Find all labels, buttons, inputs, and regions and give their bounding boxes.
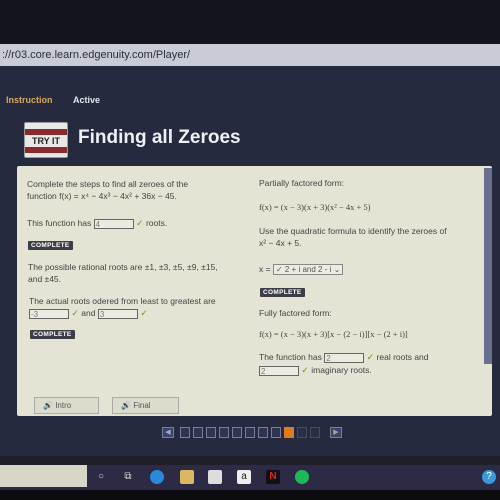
screen-bezel bbox=[0, 490, 500, 500]
roots-count-row: This function has 4 ✓ roots. bbox=[27, 218, 167, 229]
check-icon: ✓ bbox=[366, 352, 375, 362]
real-roots-input[interactable]: 2 bbox=[324, 352, 365, 363]
help-icon[interactable]: ? bbox=[482, 470, 496, 484]
page-title: Finding all Zeroes bbox=[78, 127, 241, 148]
page-indicator[interactable] bbox=[284, 427, 294, 438]
taskbar-search[interactable] bbox=[0, 465, 87, 487]
speaker-icon: 🔊 bbox=[121, 401, 131, 410]
dropdown-value: ✓ 2 + i and 2 - i bbox=[275, 265, 332, 275]
intro-audio-button[interactable]: 🔊 Intro bbox=[34, 397, 99, 414]
page-indicator[interactable] bbox=[193, 427, 203, 438]
intro-line2: function f(x) = x⁴ − 4x³ − 4x² + 36x − 4… bbox=[27, 191, 177, 201]
actual-roots-row: -3 ✓ and 3 ✓ bbox=[29, 308, 148, 319]
x-equals-row: x = ✓ 2 + i and 2 - i ⌄ bbox=[259, 264, 344, 276]
real-suffix: real roots and bbox=[376, 352, 429, 362]
netflix-icon[interactable]: N bbox=[266, 470, 280, 484]
try-it-badge: TRY IT bbox=[24, 122, 68, 158]
imaginary-roots-row: 2 ✓ imaginary roots. bbox=[259, 365, 372, 376]
roots-suffix: roots. bbox=[145, 218, 168, 228]
task-view-icon[interactable]: ⧉ bbox=[121, 470, 135, 484]
roots-prefix: This function has bbox=[27, 218, 92, 228]
address-bar[interactable]: ://r03.core.learn.edgenuity.com/Player/ bbox=[0, 44, 500, 66]
roots-count-input[interactable]: 4 bbox=[93, 218, 134, 229]
zeroes-dropdown[interactable]: ✓ 2 + i and 2 - i ⌄ bbox=[272, 264, 344, 276]
intro-label: Intro bbox=[55, 401, 72, 410]
final-label: Final bbox=[133, 401, 151, 410]
chevron-down-icon: ⌄ bbox=[333, 265, 341, 275]
has-prefix: The function has bbox=[259, 352, 322, 362]
edge-icon[interactable] bbox=[150, 470, 164, 484]
root1-input[interactable]: -3 bbox=[29, 308, 69, 319]
amazon-icon[interactable]: a bbox=[237, 470, 251, 484]
quadratic-line2: x² − 4x + 5. bbox=[259, 238, 302, 248]
real-roots-row: The function has 2 ✓ real roots and bbox=[259, 352, 429, 363]
browser-top bbox=[0, 0, 500, 44]
x-equals-label: x = bbox=[259, 264, 271, 274]
full-label: Fully factored form: bbox=[259, 308, 332, 318]
full-form: f(x) = (x − 3)(x + 3)[x − (2 − i)][x − (… bbox=[259, 329, 408, 339]
page-indicator[interactable] bbox=[310, 427, 320, 438]
page-indicator[interactable] bbox=[232, 427, 242, 438]
check-icon: ✓ bbox=[136, 218, 144, 228]
root2-input[interactable]: 3 bbox=[97, 308, 138, 319]
actual-roots-text: The actual roots odered from least to gr… bbox=[29, 296, 216, 306]
page-indicator[interactable] bbox=[206, 427, 216, 438]
partial-label: Partially factored form: bbox=[259, 178, 345, 188]
final-audio-button[interactable]: 🔊 Final bbox=[112, 397, 179, 414]
page-indicator[interactable] bbox=[245, 427, 255, 438]
check-icon: ✓ bbox=[301, 365, 309, 375]
store-icon[interactable] bbox=[208, 470, 222, 484]
rational-line1: The possible rational roots are ±1, ±3, … bbox=[28, 262, 218, 272]
page-indicator[interactable] bbox=[219, 427, 229, 438]
check-icon: ✓ bbox=[140, 308, 148, 318]
imaginary-roots-input[interactable]: 2 bbox=[259, 365, 299, 376]
page-indicator[interactable] bbox=[271, 427, 281, 438]
complete-badge: COMPLETE bbox=[28, 241, 73, 250]
page-indicator[interactable] bbox=[297, 427, 307, 438]
complete-badge: COMPLETE bbox=[30, 330, 75, 339]
intro-line1: Complete the steps to find all zeroes of… bbox=[27, 179, 189, 189]
and-label: and bbox=[81, 308, 96, 318]
cortana-icon[interactable]: ○ bbox=[94, 470, 108, 484]
content-panel bbox=[17, 166, 492, 416]
imaginary-suffix: imaginary roots. bbox=[311, 365, 372, 375]
rational-line2: and ±45. bbox=[28, 274, 62, 284]
next-page-button[interactable]: ▶ bbox=[330, 427, 342, 438]
complete-badge: COMPLETE bbox=[260, 288, 305, 297]
tab-instruction[interactable]: Instruction bbox=[6, 95, 53, 105]
scrollbar[interactable] bbox=[484, 168, 492, 364]
quadratic-line1: Use the quadratic formula to identify th… bbox=[259, 226, 447, 236]
spotify-icon[interactable] bbox=[295, 470, 309, 484]
page-indicator[interactable] bbox=[180, 427, 190, 438]
file-explorer-icon[interactable] bbox=[180, 470, 194, 484]
prev-page-button[interactable]: ◀ bbox=[162, 427, 174, 438]
partial-form: f(x) = (x − 3)(x + 3)(x² − 4x + 5) bbox=[259, 202, 371, 212]
tab-active[interactable]: Active bbox=[73, 95, 100, 105]
try-it-label: TRY IT bbox=[31, 136, 60, 146]
page-indicator[interactable] bbox=[258, 427, 268, 438]
check-icon: ✓ bbox=[71, 308, 79, 318]
speaker-icon: 🔊 bbox=[43, 401, 53, 410]
